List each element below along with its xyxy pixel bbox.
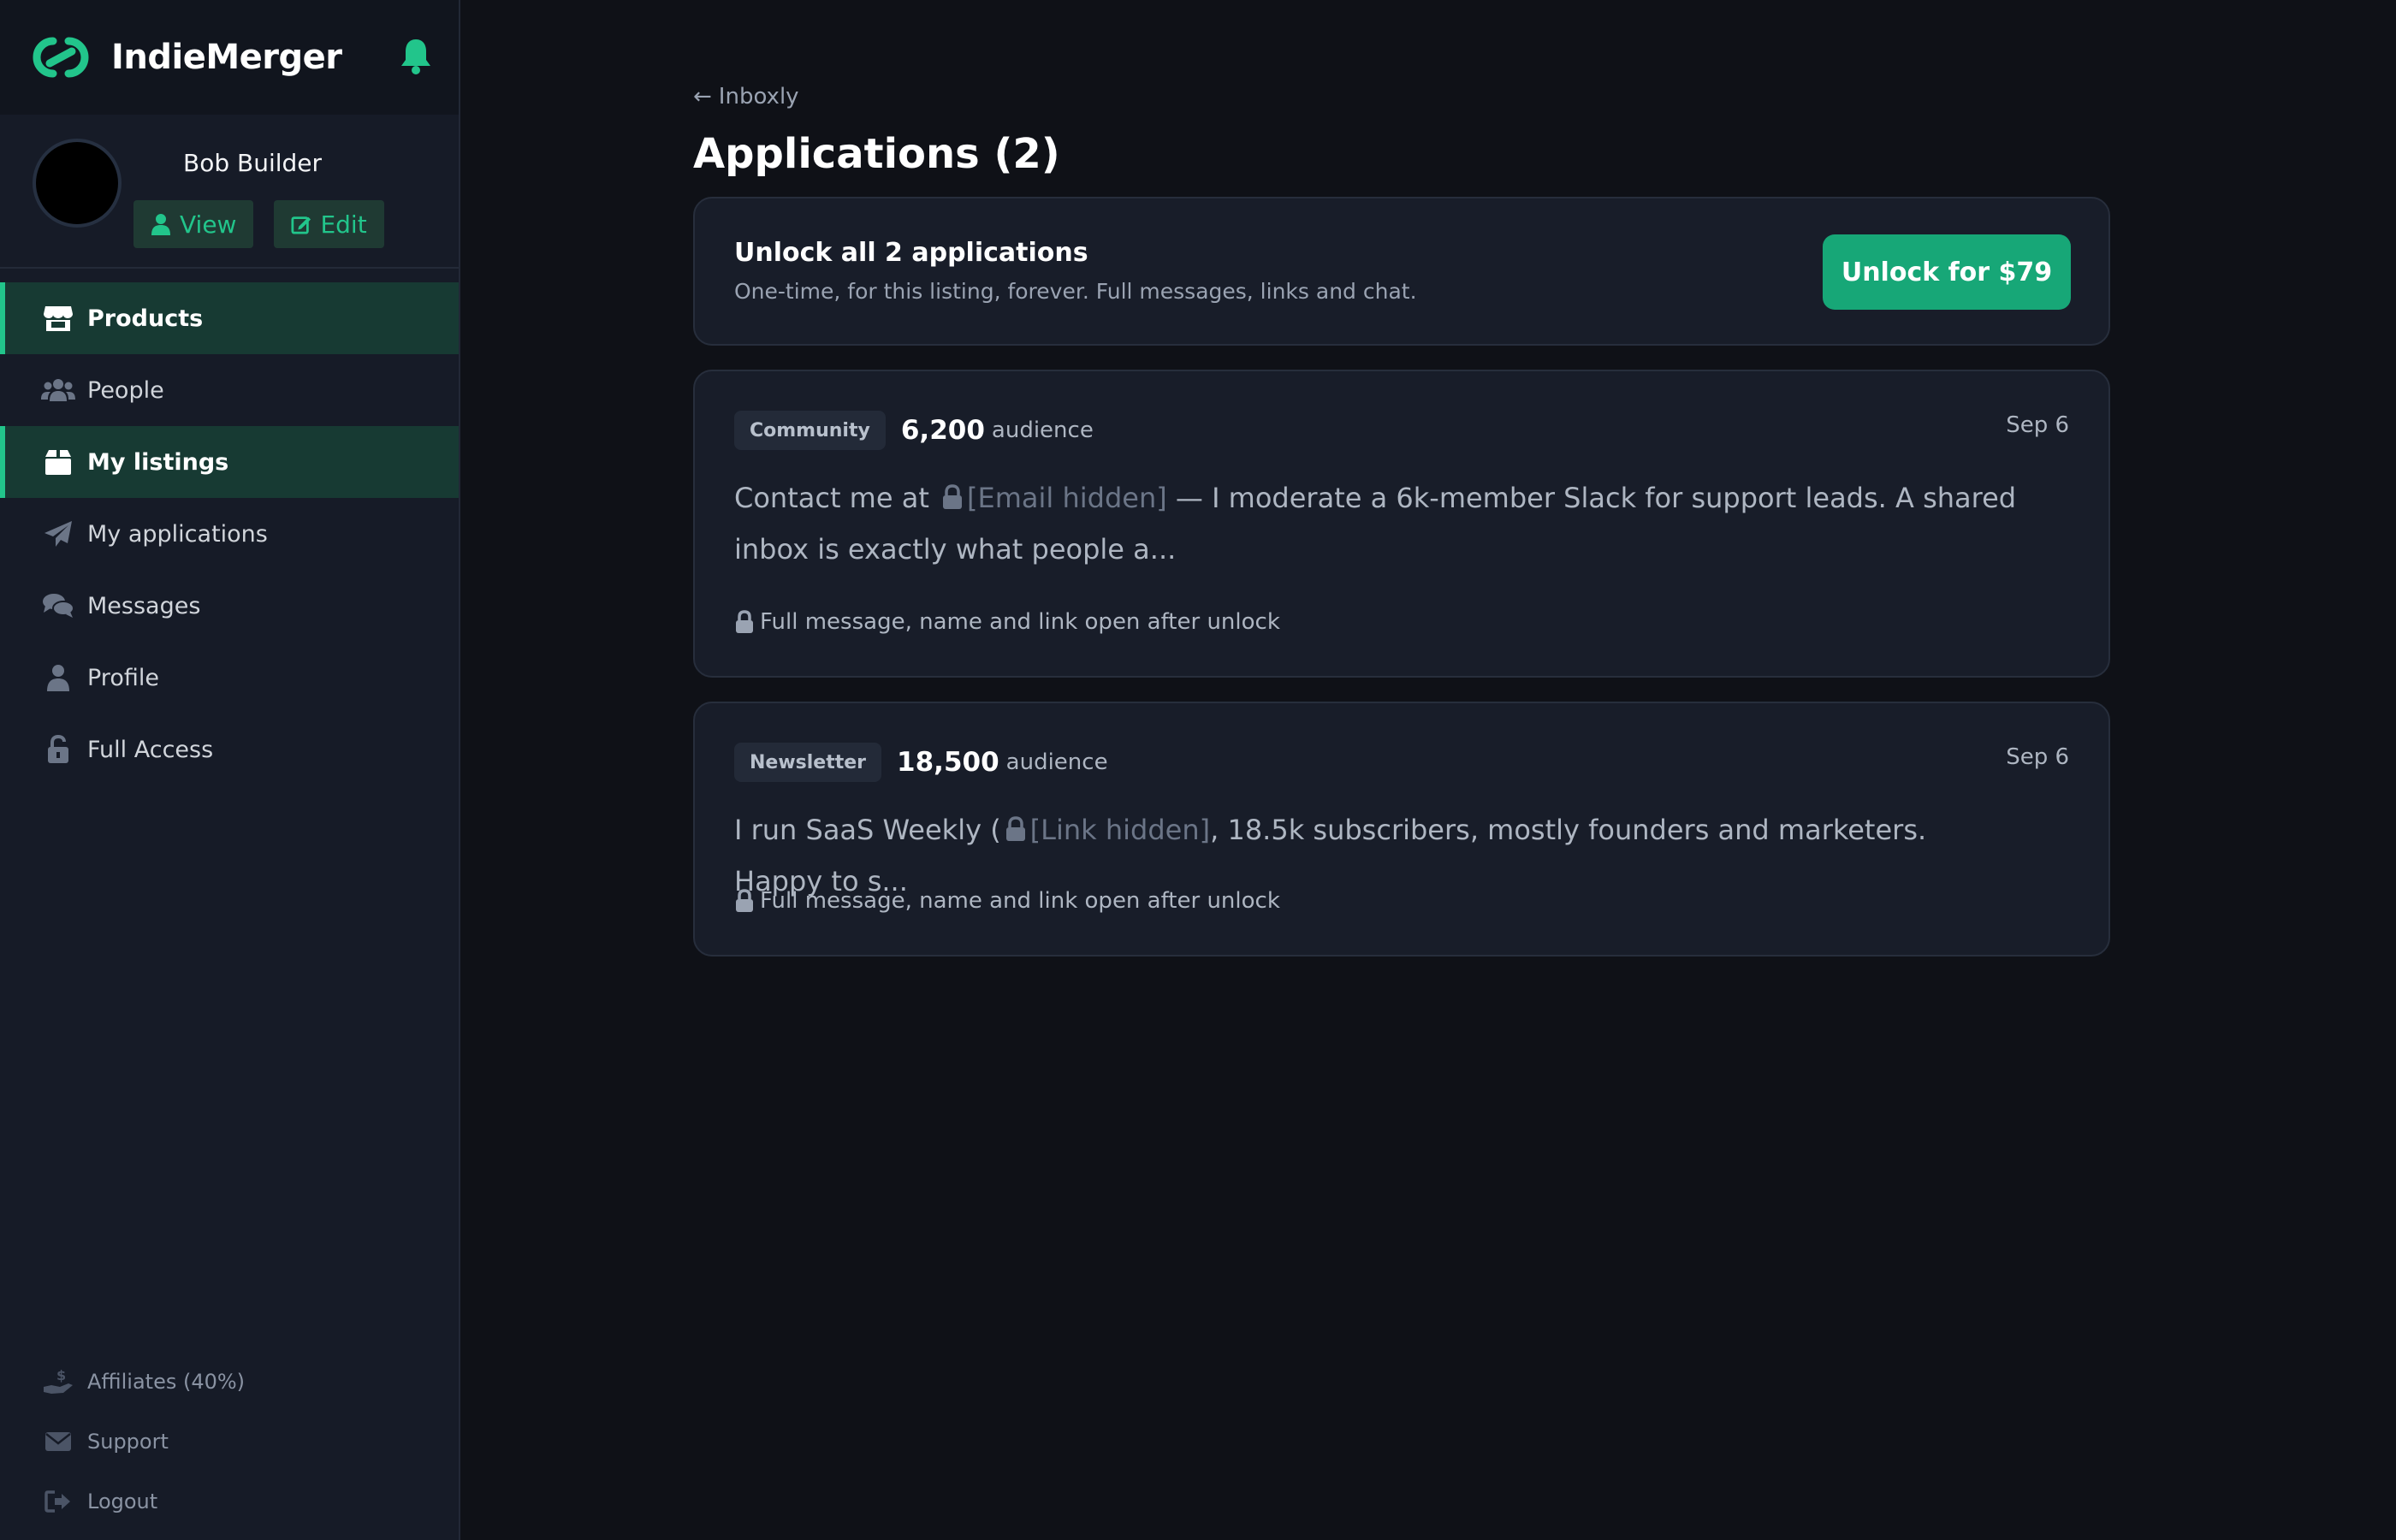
lock-icon — [1005, 816, 1025, 841]
sidebar-item-label: Profile — [87, 664, 159, 691]
back-link[interactable]: ← Inboxly — [693, 84, 799, 110]
sidebar-item-label: Products — [87, 305, 204, 332]
brand-name: IndieMerger — [111, 38, 342, 77]
hidden-email: [Email hidden] — [967, 482, 1167, 514]
application-card[interactable]: Newsletter 18,500 audience Sep 6 I run S… — [693, 702, 2110, 957]
sidebar-item-support[interactable]: Support — [0, 1412, 459, 1472]
message-prefix: Contact me at — [734, 482, 939, 514]
sidebar-item-label: People — [87, 376, 164, 404]
edit-label: Edit — [320, 210, 367, 239]
application-header: Community 6,200 audience — [734, 411, 1094, 450]
sidebar-item-label: Full Access — [87, 736, 214, 763]
unlock-note: Full message, name and link open after u… — [734, 888, 1280, 914]
unlock-note-text: Full message, name and link open after u… — [760, 609, 1280, 635]
sidebar-item-my-applications[interactable]: My applications — [0, 498, 459, 570]
application-header: Newsletter 18,500 audience — [734, 743, 1108, 782]
sidebar-item-profile[interactable]: Profile — [0, 642, 459, 714]
lock-icon — [943, 484, 963, 509]
unlock-card: Unlock all 2 applications One-time, for … — [693, 197, 2110, 346]
main-nav: Products People My listings My applicati… — [0, 282, 459, 785]
app-root: IndieMerger Bob Builder View Edit Produc… — [0, 0, 2396, 1540]
dollar-hand-icon: $ — [41, 1367, 75, 1396]
paper-plane-icon — [41, 519, 75, 548]
svg-text:$: $ — [56, 1368, 66, 1383]
user-actions: View Edit — [133, 200, 384, 248]
application-message: Contact me at [Email hidden] — I moderat… — [734, 472, 2023, 575]
brand-header: IndieMerger — [0, 0, 459, 115]
user-name: Bob Builder — [183, 149, 323, 177]
page-title: Applications (2) — [693, 130, 1060, 178]
unlock-subtitle: One-time, for this listing, forever. Ful… — [734, 279, 1417, 304]
unlock-button[interactable]: Unlock for $79 — [1823, 234, 2071, 310]
audience-label: audience — [991, 418, 1094, 443]
audience-count: 6,200 — [900, 415, 985, 446]
sidebar-item-people[interactable]: People — [0, 354, 459, 426]
sidebar-item-label: Affiliates (40%) — [87, 1370, 246, 1394]
application-date: Sep 6 — [2006, 744, 2069, 770]
sidebar-item-label: Messages — [87, 592, 201, 619]
user-card: Bob Builder View Edit — [0, 115, 459, 269]
arrow-left-icon: ← — [693, 84, 712, 110]
hidden-link: [Link hidden] — [1029, 814, 1211, 846]
sidebar-item-logout[interactable]: Logout — [0, 1472, 459, 1531]
edit-icon — [291, 216, 311, 234]
user-icon — [41, 663, 75, 692]
sidebar-item-full-access[interactable]: Full Access — [0, 714, 459, 785]
edit-profile-button[interactable]: Edit — [274, 200, 384, 248]
logo-icon — [33, 37, 89, 78]
view-label: View — [180, 210, 237, 239]
lock-icon — [736, 610, 753, 633]
bottom-nav: $ Affiliates (40%) Support Logout — [0, 1352, 459, 1540]
sidebar-item-products[interactable]: Products — [0, 282, 459, 354]
chat-icon — [41, 591, 75, 620]
unlock-title: Unlock all 2 applications — [734, 238, 1088, 268]
back-label: Inboxly — [718, 84, 799, 110]
logout-icon — [41, 1487, 75, 1516]
box-icon — [41, 447, 75, 477]
sidebar: IndieMerger Bob Builder View Edit Produc… — [0, 0, 460, 1540]
sidebar-item-label: My applications — [87, 520, 268, 548]
unlock-icon — [41, 735, 75, 764]
user-icon — [151, 214, 170, 235]
unlock-note: Full message, name and link open after u… — [734, 609, 1280, 635]
application-date: Sep 6 — [2006, 412, 2069, 438]
users-icon — [41, 376, 75, 405]
message-prefix: I run SaaS Weekly ( — [734, 814, 1001, 846]
lock-icon — [736, 889, 753, 912]
sidebar-item-label: My listings — [87, 448, 229, 476]
unlock-note-text: Full message, name and link open after u… — [760, 888, 1280, 914]
avatar[interactable] — [33, 139, 122, 228]
audience-count: 18,500 — [897, 747, 999, 778]
view-profile-button[interactable]: View — [133, 200, 254, 248]
sidebar-item-my-listings[interactable]: My listings — [0, 426, 459, 498]
category-tag: Community — [734, 411, 886, 450]
bell-icon[interactable] — [399, 38, 433, 75]
audience-label: audience — [1005, 749, 1108, 775]
sidebar-item-label: Support — [87, 1430, 169, 1454]
category-tag: Newsletter — [734, 743, 882, 782]
application-card[interactable]: Community 6,200 audience Sep 6 Contact m… — [693, 370, 2110, 678]
sidebar-item-messages[interactable]: Messages — [0, 570, 459, 642]
envelope-icon — [41, 1427, 75, 1456]
sidebar-item-label: Logout — [87, 1490, 158, 1513]
store-icon — [41, 304, 75, 333]
sidebar-item-affiliates[interactable]: $ Affiliates (40%) — [0, 1352, 459, 1412]
